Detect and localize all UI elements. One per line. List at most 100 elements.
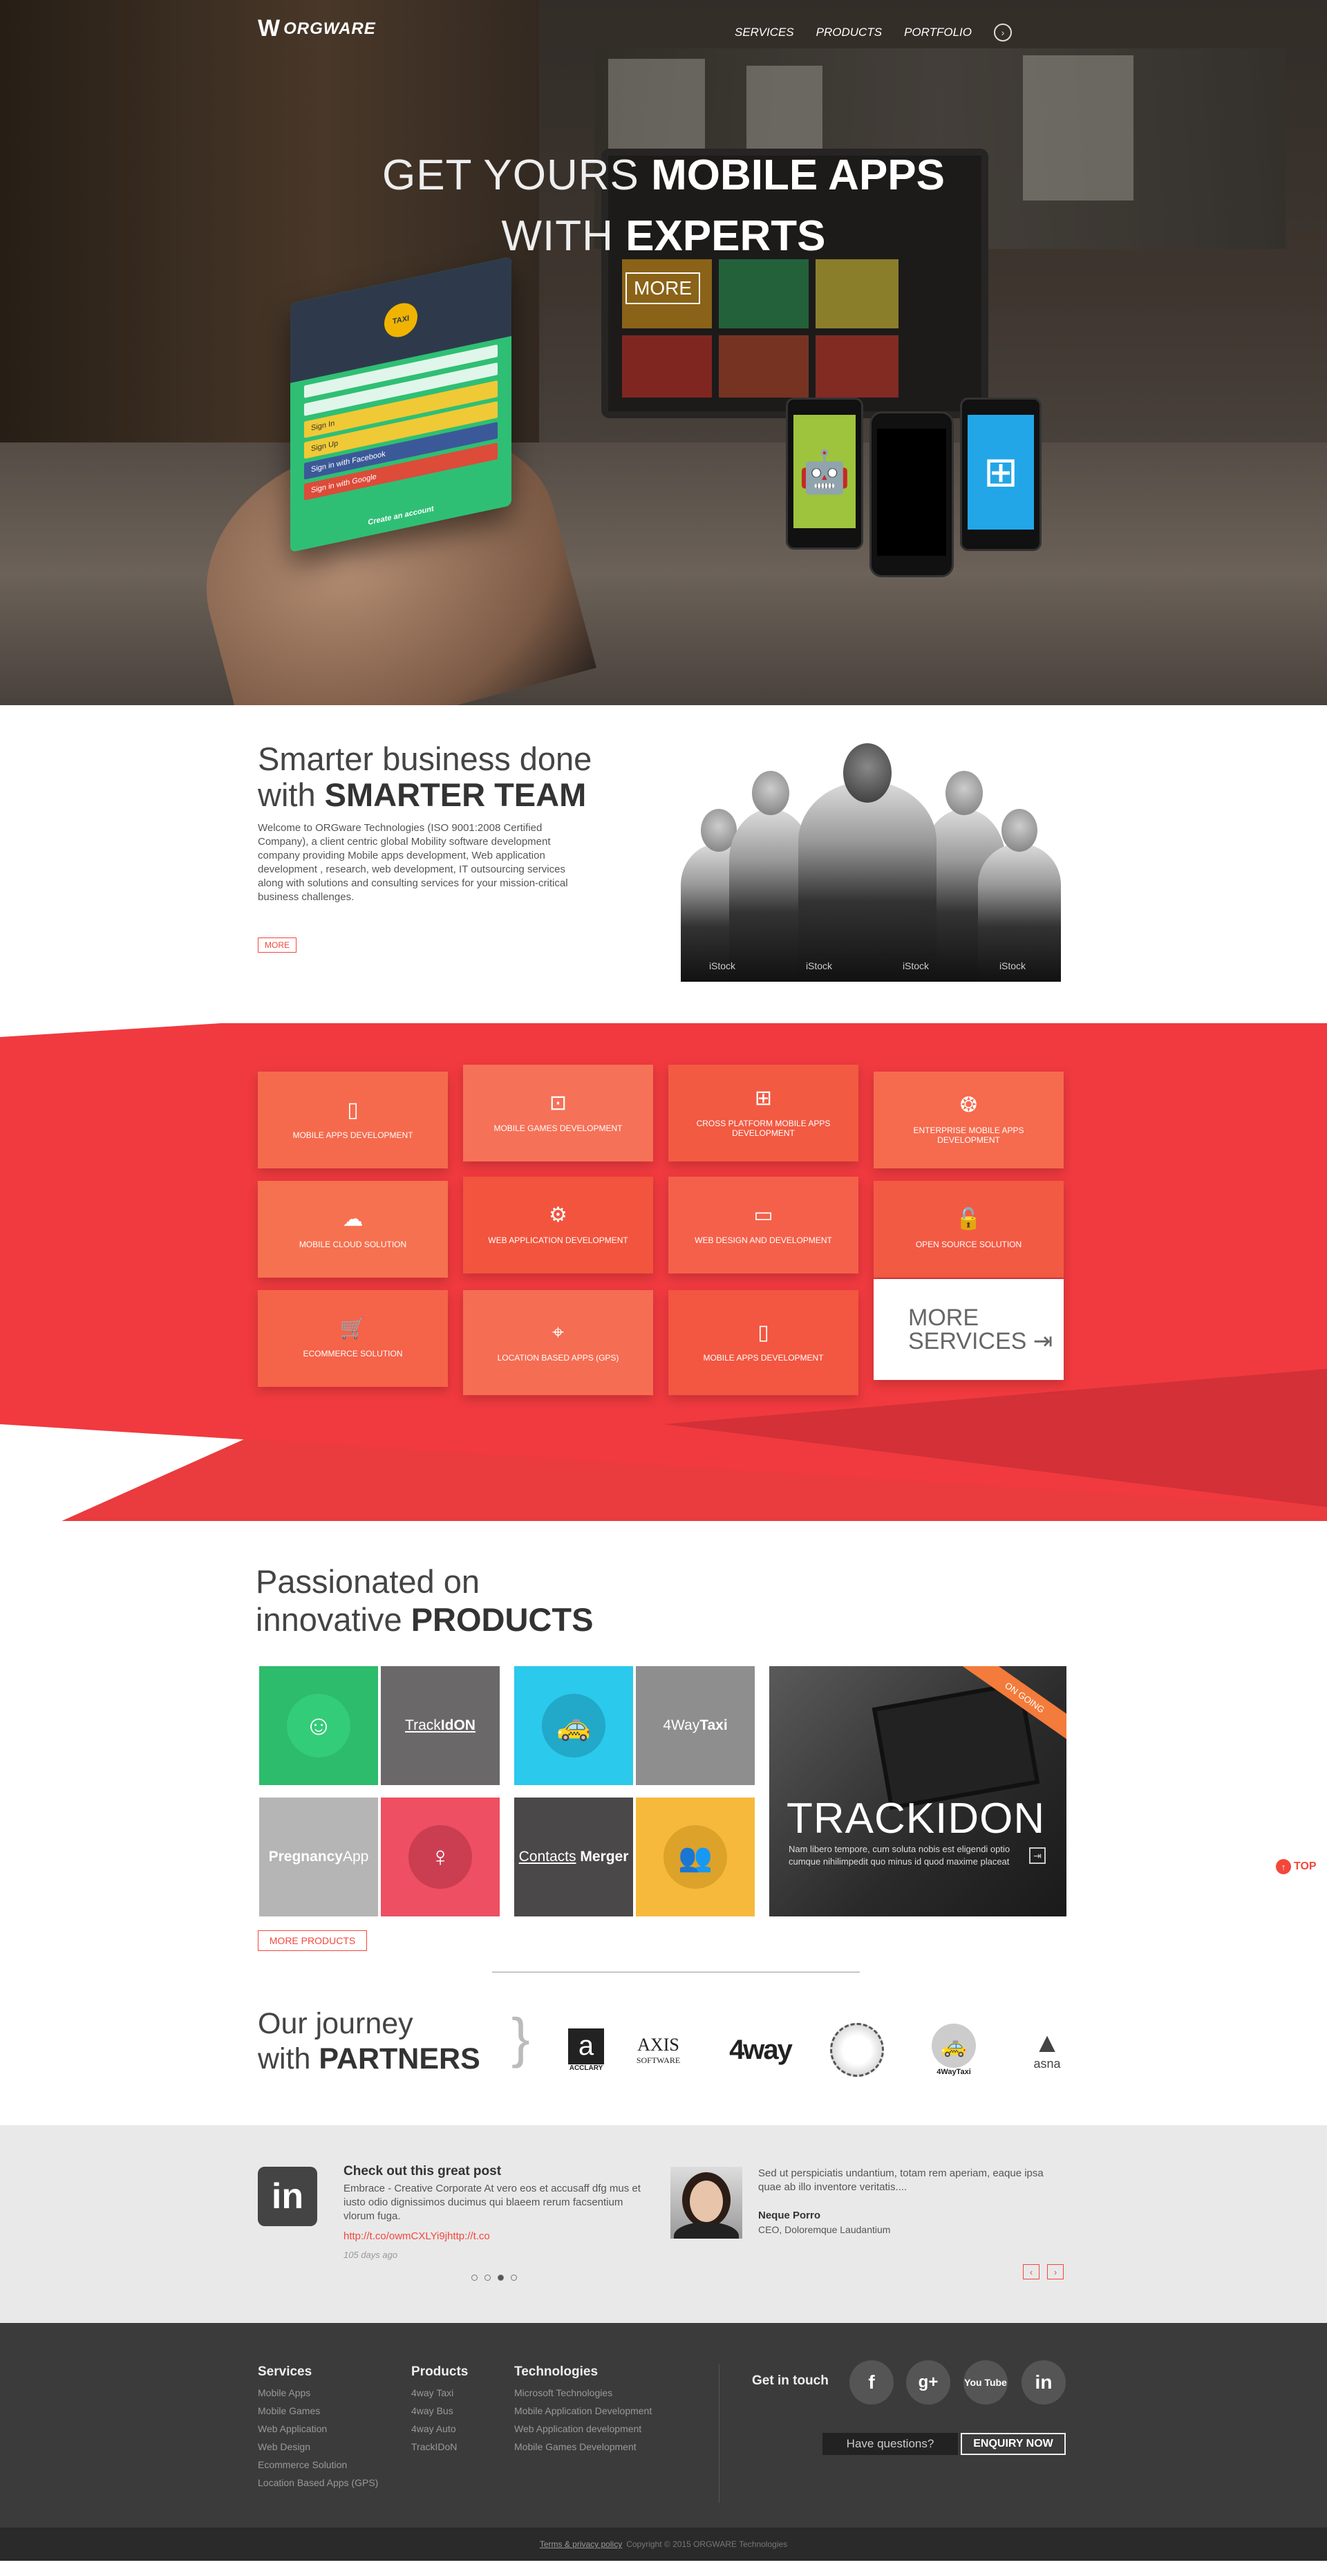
hero-more-button[interactable]: MORE bbox=[625, 272, 700, 304]
axis-sub: SOFTWARE bbox=[636, 2055, 681, 2065]
service-label: WEB DESIGN AND DEVELOPMENT bbox=[695, 1235, 832, 1245]
service-mobile-cloud[interactable]: ☁ MOBILE CLOUD SOLUTION bbox=[258, 1181, 448, 1278]
terms-link[interactable]: Terms & privacy policy bbox=[540, 2539, 622, 2549]
windows-phone: ⊞ bbox=[960, 398, 1042, 551]
more-products-button[interactable]: MORE PRODUCTS bbox=[258, 1930, 367, 1951]
footer-link[interactable]: Ecommerce Solution bbox=[258, 2456, 378, 2474]
footer-link[interactable]: Web Application development bbox=[514, 2420, 652, 2438]
gamepad-icon: ⊡ bbox=[549, 1092, 567, 1114]
acclary-mark: a bbox=[568, 2028, 604, 2064]
fourway-taxi-tile[interactable]: 4WayTaxi bbox=[636, 1666, 755, 1785]
footer-link[interactable]: Microsoft Technologies bbox=[514, 2384, 652, 2402]
linkedin-icon[interactable]: in bbox=[258, 2167, 317, 2226]
partner-logo-axis[interactable]: AXIS SOFTWARE bbox=[619, 2022, 698, 2078]
nav-services[interactable]: SERVICES bbox=[735, 26, 794, 39]
contacts-merger-label: Contacts Merger bbox=[518, 1849, 629, 1865]
child-tracker-icon: ☺ bbox=[287, 1694, 350, 1757]
service-enterprise[interactable]: ❂ ENTERPRISE MOBILE APPS DEVELOPMENT bbox=[874, 1072, 1064, 1168]
more-services-button[interactable]: MORE SERVICES ⇥ bbox=[874, 1279, 1064, 1380]
service-ecommerce[interactable]: 🛒 ECOMMERCE SOLUTION bbox=[258, 1290, 448, 1387]
partner-logo-4way[interactable]: 4way bbox=[715, 2022, 805, 2078]
about-more-button[interactable]: MORE bbox=[258, 937, 297, 953]
nav-portfolio[interactable]: PORTFOLIO bbox=[904, 26, 972, 39]
footer-col-title: Products bbox=[411, 2364, 469, 2379]
fourway-taxi-tile-icon[interactable]: 🚕 bbox=[514, 1666, 633, 1785]
asna-mark-icon: ▲ bbox=[1033, 2027, 1061, 2058]
service-cross-platform[interactable]: ⊞ CROSS PLATFORM MOBILE APPS DEVELOPMENT bbox=[668, 1065, 858, 1161]
about-body: Welcome to ORGware Technologies (ISO 900… bbox=[258, 822, 568, 903]
contacts-merger-tile-icon[interactable]: 👥 bbox=[636, 1798, 755, 1916]
post-title: Check out this great post bbox=[343, 2164, 502, 2178]
service-web-design[interactable]: ▭ WEB DESIGN AND DEVELOPMENT bbox=[668, 1177, 858, 1273]
apple-icon bbox=[877, 429, 946, 556]
about-title-light: with bbox=[258, 776, 316, 813]
footer-link[interactable]: Mobile Games bbox=[258, 2402, 378, 2420]
service-label: MOBILE CLOUD SOLUTION bbox=[299, 1240, 407, 1249]
trackidon-tile[interactable]: TrackIdON bbox=[381, 1666, 500, 1785]
next-arrow-icon[interactable]: › bbox=[1047, 2264, 1064, 2279]
trackidon-feature[interactable]: ON GOING TRACKIDON Nam libero tempore, c… bbox=[769, 1666, 1066, 1916]
footer-link[interactable]: Web Application bbox=[258, 2420, 378, 2438]
logo-text: ORGWARE bbox=[283, 19, 376, 38]
hero-section: W ORGWARE SERVICES PRODUCTS PORTFOLIO › … bbox=[0, 0, 1327, 705]
testimonial-quote: Sed ut perspiciatis undantium, totam rem… bbox=[758, 2167, 1044, 2193]
contacts-merger-tile[interactable]: Contacts Merger bbox=[514, 1798, 633, 1916]
watermark: iStock bbox=[708, 960, 736, 971]
service-label: ECOMMERCE SOLUTION bbox=[303, 1349, 403, 1359]
service-mobile-apps-2[interactable]: ▯ MOBILE APPS DEVELOPMENT bbox=[668, 1290, 858, 1395]
footer-link[interactable]: Web Design bbox=[258, 2438, 378, 2456]
service-open-source[interactable]: 🔓 OPEN SOURCE SOLUTION bbox=[874, 1181, 1064, 1278]
nav-products[interactable]: PRODUCTS bbox=[816, 26, 882, 39]
about-title-bold: SMARTER TEAM bbox=[324, 776, 587, 813]
footer-link[interactable]: 4way Auto bbox=[411, 2420, 468, 2438]
prev-arrow-icon[interactable]: ‹ bbox=[1023, 2264, 1039, 2279]
main-nav: SERVICES PRODUCTS PORTFOLIO › bbox=[735, 24, 1012, 41]
footer-link[interactable]: Mobile Games Development bbox=[514, 2438, 652, 2456]
youtube-icon[interactable]: You Tube bbox=[963, 2360, 1008, 2405]
carousel-dot-active[interactable] bbox=[498, 2275, 504, 2281]
partner-logo-acclary[interactable]: a ACCLARY bbox=[565, 2022, 607, 2078]
hero-line2-light: WITH bbox=[501, 212, 614, 260]
contacts-icon: 👥 bbox=[664, 1825, 727, 1889]
carousel-dot[interactable] bbox=[511, 2275, 517, 2281]
service-mobile-games[interactable]: ⊡ MOBILE GAMES DEVELOPMENT bbox=[463, 1065, 653, 1161]
iphone bbox=[869, 411, 954, 577]
pregnancy-app-tile[interactable]: PregnancyApp bbox=[259, 1798, 378, 1916]
back-to-top-button[interactable]: ↑ TOP bbox=[1276, 1856, 1327, 1877]
footer-link[interactable]: 4way Bus bbox=[411, 2402, 468, 2420]
linkedin-icon[interactable]: in bbox=[1022, 2360, 1066, 2405]
pregnancy-app-label: PregnancyApp bbox=[268, 1849, 369, 1865]
service-label: MOBILE APPS DEVELOPMENT bbox=[292, 1130, 413, 1140]
service-web-application[interactable]: ⚙ WEB APPLICATION DEVELOPMENT bbox=[463, 1177, 653, 1273]
footer-link[interactable]: Mobile Apps bbox=[258, 2384, 378, 2402]
arrow-exit-icon[interactable]: ⇥ bbox=[1029, 1847, 1046, 1864]
carousel-dot[interactable] bbox=[484, 2275, 491, 2281]
have-questions-label: Have questions? bbox=[822, 2433, 958, 2455]
social-section: in Check out this great post Embrace - C… bbox=[0, 2125, 1327, 2323]
post-body: Embrace - Creative Corporate At vero eos… bbox=[343, 2183, 641, 2222]
enquiry-now-button[interactable]: ENQUIRY NOW bbox=[961, 2433, 1066, 2455]
nav-next-arrow-icon[interactable]: › bbox=[994, 24, 1012, 41]
app-mockup: TAXI Sign In Sign Up Sign in with Facebo… bbox=[290, 256, 511, 553]
trackidon-tile-icon[interactable]: ☺ bbox=[259, 1666, 378, 1785]
post-link[interactable]: http://t.co/owmCXLYi9jhttp://t.co bbox=[343, 2230, 490, 2242]
partners-title-line1: Our journey bbox=[258, 2007, 413, 2040]
footer-link[interactable]: 4way Taxi bbox=[411, 2384, 468, 2402]
service-location-based[interactable]: ⌖ LOCATION BASED APPS (GPS) bbox=[463, 1290, 653, 1395]
services-background bbox=[0, 1023, 1327, 1521]
footer-link[interactable]: Location Based Apps (GPS) bbox=[258, 2474, 378, 2492]
google-plus-icon[interactable]: g+ bbox=[906, 2360, 950, 2405]
logo[interactable]: W ORGWARE bbox=[258, 15, 376, 42]
service-mobile-apps[interactable]: ▯ MOBILE APPS DEVELOPMENT bbox=[258, 1072, 448, 1168]
footer-link[interactable]: Mobile Application Development bbox=[514, 2402, 652, 2420]
get-in-touch-label: Get in touch bbox=[752, 2373, 829, 2388]
partner-logo-4waytaxi[interactable]: 🚕 4WayTaxi bbox=[919, 2022, 988, 2078]
partner-logo-asna[interactable]: ▲ asna bbox=[1023, 2022, 1071, 2078]
pregnancy-app-tile-icon[interactable]: ♀ bbox=[381, 1798, 500, 1916]
partner-logo-seal[interactable] bbox=[822, 2022, 892, 2078]
axis-name: AXIS bbox=[637, 2034, 679, 2055]
carousel-dot[interactable] bbox=[471, 2275, 478, 2281]
facebook-icon[interactable]: f bbox=[849, 2360, 894, 2405]
service-label: OPEN SOURCE SOLUTION bbox=[915, 1240, 1022, 1249]
footer-link[interactable]: TrackIDoN bbox=[411, 2438, 468, 2456]
